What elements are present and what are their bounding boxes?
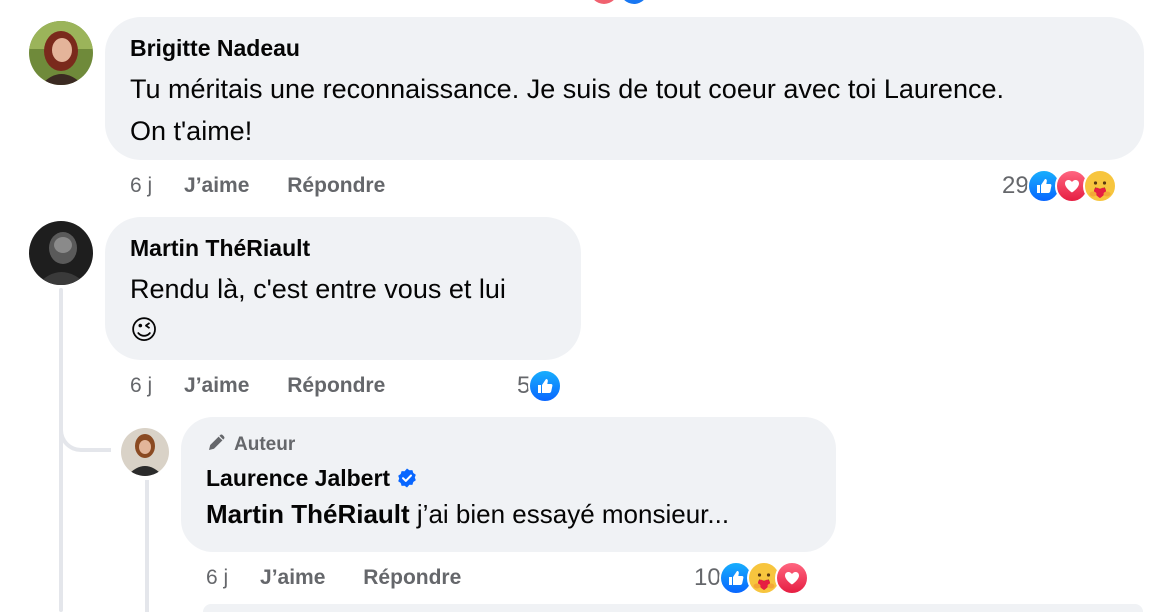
- thread-line: [59, 288, 63, 612]
- reply-button[interactable]: Répondre: [363, 566, 461, 589]
- wink-emoji: 😉: [130, 315, 159, 346]
- comment-author[interactable]: Brigitte Nadeau: [130, 35, 1120, 62]
- comment-text-line: Tu méritais une reconnaissance. Je suis …: [130, 74, 1004, 104]
- comment-text: Tu méritais une reconnaissance. Je suis …: [130, 68, 1120, 152]
- reaction-count: 10: [694, 564, 721, 591]
- comment-text-line: On t'aime!: [130, 116, 253, 146]
- top-reaction-fragment: [590, 0, 650, 4]
- comment-timestamp[interactable]: 6 j: [206, 566, 228, 589]
- comment-text: Martin ThéRiault j’ai bien essayé monsie…: [206, 495, 812, 533]
- reaction-summary[interactable]: 10: [694, 560, 809, 596]
- comment-text-line: Rendu là, c'est entre vous et lui: [130, 274, 506, 304]
- avatar-brigitte-nadeau[interactable]: [29, 21, 93, 85]
- next-reply-bubble-fragment: [203, 604, 1143, 612]
- reaction-summary[interactable]: 29: [1002, 168, 1117, 204]
- comment-actions: 6 j J’aime Répondre: [130, 371, 385, 401]
- mention-link[interactable]: Martin ThéRiault: [206, 499, 410, 529]
- comment-author[interactable]: Martin ThéRiault: [130, 235, 557, 262]
- reply-thread-line: [145, 480, 149, 612]
- like-button[interactable]: J’aime: [184, 174, 249, 197]
- comment-timestamp[interactable]: 6 j: [130, 174, 152, 197]
- reply-author-row: Laurence Jalbert: [206, 465, 812, 495]
- comment-author[interactable]: Laurence Jalbert: [206, 465, 390, 491]
- comment-text: Rendu là, c'est entre vous et lui 😉: [130, 268, 557, 352]
- thread-elbow-line: [59, 400, 111, 452]
- comment-actions: 6 j J’aime Répondre: [130, 171, 385, 201]
- like-button[interactable]: J’aime: [260, 566, 325, 589]
- reply-button[interactable]: Répondre: [287, 374, 385, 397]
- verified-badge-icon: [396, 467, 418, 495]
- reaction-count: 29: [1002, 172, 1029, 199]
- reaction-summary[interactable]: 5: [517, 368, 563, 404]
- pencil-icon: [206, 431, 234, 459]
- love-icon: [774, 561, 809, 595]
- comment-timestamp[interactable]: 6 j: [130, 374, 152, 397]
- like-icon: [528, 369, 563, 403]
- comment-bubble: Martin ThéRiault Rendu là, c'est entre v…: [105, 217, 581, 360]
- care-icon: [1082, 169, 1117, 203]
- author-badge-label: Auteur: [234, 434, 296, 455]
- comment-bubble: Brigitte Nadeau Tu méritais une reconnai…: [105, 17, 1144, 160]
- comment-text-body: j’ai bien essayé monsieur...: [409, 499, 730, 529]
- reply-bubble: Auteur Laurence Jalbert Martin ThéRiault…: [181, 417, 836, 552]
- comment-actions: 6 j J’aime Répondre: [206, 563, 461, 593]
- like-button[interactable]: J’aime: [184, 374, 249, 397]
- avatar-martin-theriault[interactable]: [29, 221, 93, 285]
- author-badge: Auteur: [206, 431, 812, 459]
- reply-button[interactable]: Répondre: [287, 174, 385, 197]
- avatar-laurence-jalbert[interactable]: [121, 428, 169, 476]
